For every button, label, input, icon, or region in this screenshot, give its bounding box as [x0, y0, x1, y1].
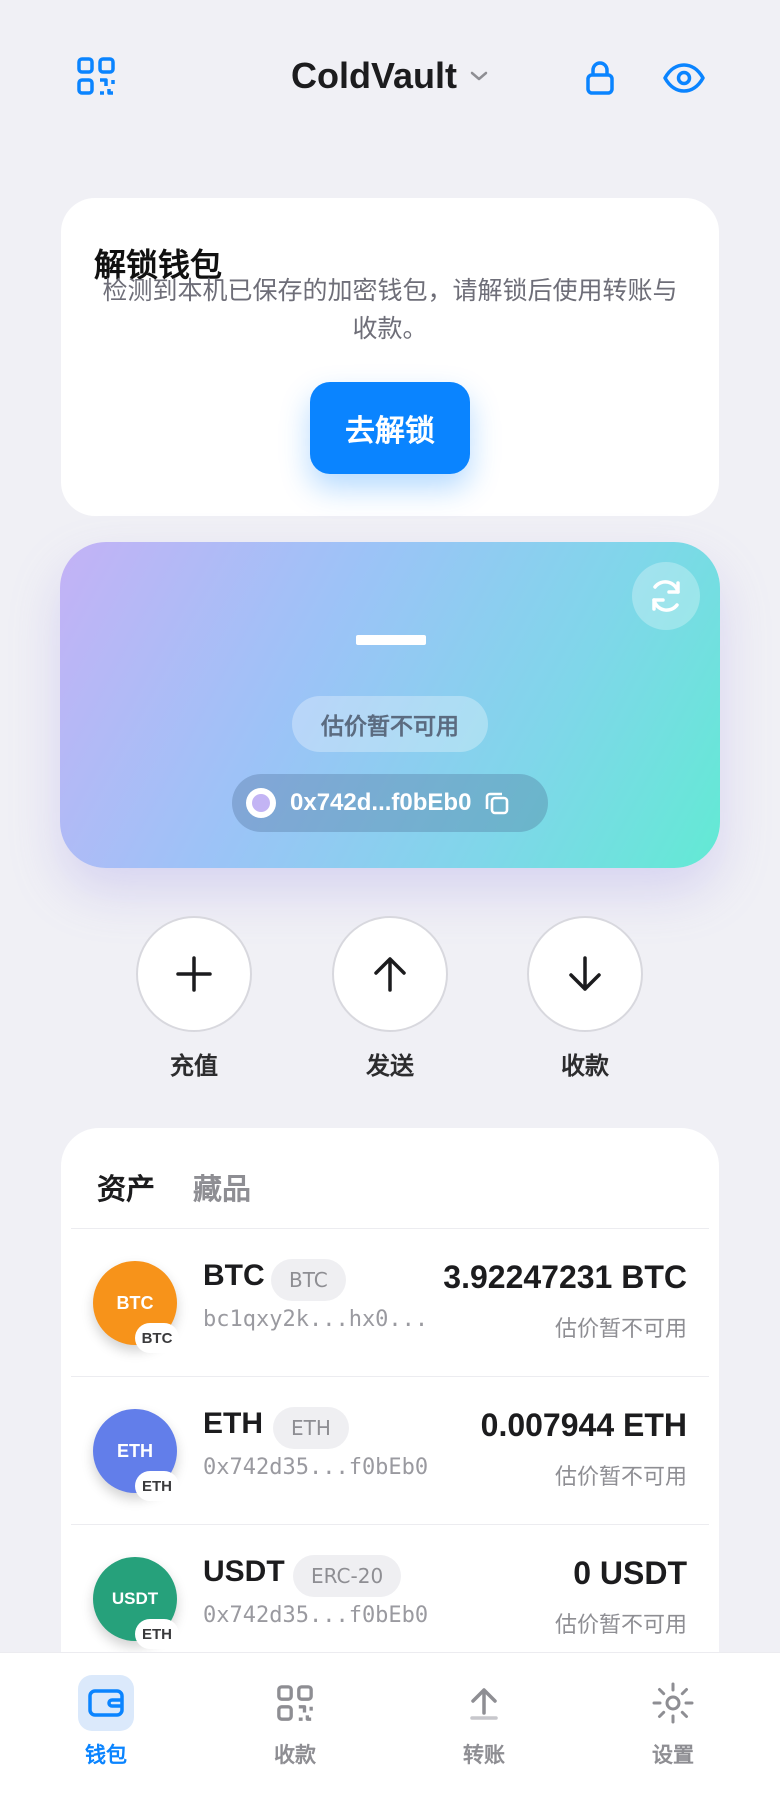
nav-wallet-label: 钱包 — [85, 1743, 127, 1767]
unlock-button[interactable]: 去解锁 — [310, 382, 470, 474]
asset-symbol: BTC — [203, 1259, 265, 1292]
address-avatar — [246, 788, 276, 818]
wallet-icon — [78, 1675, 134, 1731]
eye-icon[interactable] — [660, 56, 708, 100]
balance-card: 估价暂不可用 0x742d...f0bEb0 — [60, 542, 720, 868]
nav-transfer[interactable]: 转账 — [424, 1675, 544, 1769]
deposit-label: 充值 — [170, 1052, 218, 1080]
asset-amount: 0.007944 ETH — [480, 1407, 687, 1443]
asset-symbol: USDT — [203, 1555, 285, 1588]
bottom-nav: 钱包 收款 转账 设置 — [0, 1652, 780, 1800]
plus-icon[interactable] — [136, 916, 252, 1032]
tab-assets[interactable]: 资产 — [97, 1166, 155, 1208]
chain-tag: ETH — [273, 1407, 349, 1449]
estimate-unavailable-badge: 估价暂不可用 — [292, 696, 488, 752]
chain-badge: BTC — [135, 1323, 179, 1353]
asset-row-eth[interactable]: ETH ETH ETH ETH 0x742d35...f0bEb0 0.0079… — [61, 1377, 719, 1525]
settings-sun-icon — [645, 1675, 701, 1731]
receive-label: 收款 — [561, 1052, 609, 1080]
asset-address: 0x742d35...f0bEb0 — [203, 1455, 429, 1480]
wallet-name: ColdVault — [290, 55, 457, 96]
asset-symbol: ETH — [203, 1407, 263, 1440]
asset-address: 0x742d35...f0bEb0 — [203, 1603, 429, 1628]
wallet-address: 0x742d...f0bEb0 — [290, 789, 472, 816]
refresh-icon[interactable] — [632, 562, 700, 630]
chain-badge: ETH — [135, 1619, 179, 1649]
top-bar: ColdVault — [0, 0, 780, 160]
send-action[interactable]: 发送 — [332, 916, 448, 1081]
nav-transfer-label: 转账 — [463, 1743, 505, 1767]
send-label: 发送 — [366, 1052, 414, 1080]
nav-receive-label: 收款 — [274, 1743, 316, 1767]
tab-collectibles[interactable]: 藏品 — [193, 1166, 251, 1208]
asset-address: bc1qxy2k...hx0... — [203, 1307, 429, 1332]
asset-value: 估价暂不可用 — [554, 1465, 687, 1490]
arrow-up-icon[interactable] — [332, 916, 448, 1032]
nav-wallet[interactable]: 钱包 — [46, 1675, 166, 1769]
nav-settings-label: 设置 — [652, 1743, 694, 1767]
nav-settings[interactable]: 设置 — [613, 1675, 733, 1769]
balance-placeholder — [356, 635, 426, 645]
chain-tag: BTC — [271, 1259, 346, 1301]
lock-icon[interactable] — [580, 56, 620, 100]
asset-row-usdt[interactable]: USDT ETH USDT ERC-20 0x742d35...f0bEb0 0… — [61, 1525, 719, 1673]
assets-tabs: 资产 藏品 — [61, 1128, 719, 1228]
arrow-down-icon[interactable] — [527, 916, 643, 1032]
chevron-down-icon — [469, 69, 489, 83]
asset-amount: 0 USDT — [573, 1555, 687, 1591]
qr-code-icon — [267, 1675, 323, 1731]
chain-tag: ERC-20 — [293, 1555, 402, 1597]
asset-row-btc[interactable]: BTC BTC BTC BTC bc1qxy2k...hx0... 3.9224… — [61, 1229, 719, 1377]
assets-panel: 资产 藏品 BTC BTC BTC BTC bc1qxy2k...hx0... … — [61, 1128, 719, 1688]
wallet-address-pill[interactable]: 0x742d...f0bEb0 — [232, 774, 548, 832]
receive-action[interactable]: 收款 — [527, 916, 643, 1081]
asset-value: 估价暂不可用 — [554, 1317, 687, 1342]
deposit-action[interactable]: 充值 — [136, 916, 252, 1081]
transfer-up-icon — [456, 1675, 512, 1731]
asset-value: 估价暂不可用 — [554, 1613, 687, 1638]
asset-amount: 3.92247231 BTC — [443, 1259, 687, 1295]
unlock-wallet-card: 解锁钱包 检测到本机已保存的加密钱包，请解锁后使用转账与收款。 去解锁 — [61, 198, 719, 516]
unlock-description: 检测到本机已保存的加密钱包，请解锁后使用转账与收款。 — [102, 276, 678, 343]
chain-badge: ETH — [135, 1471, 179, 1501]
nav-receive[interactable]: 收款 — [235, 1675, 355, 1769]
copy-icon[interactable] — [483, 789, 511, 817]
